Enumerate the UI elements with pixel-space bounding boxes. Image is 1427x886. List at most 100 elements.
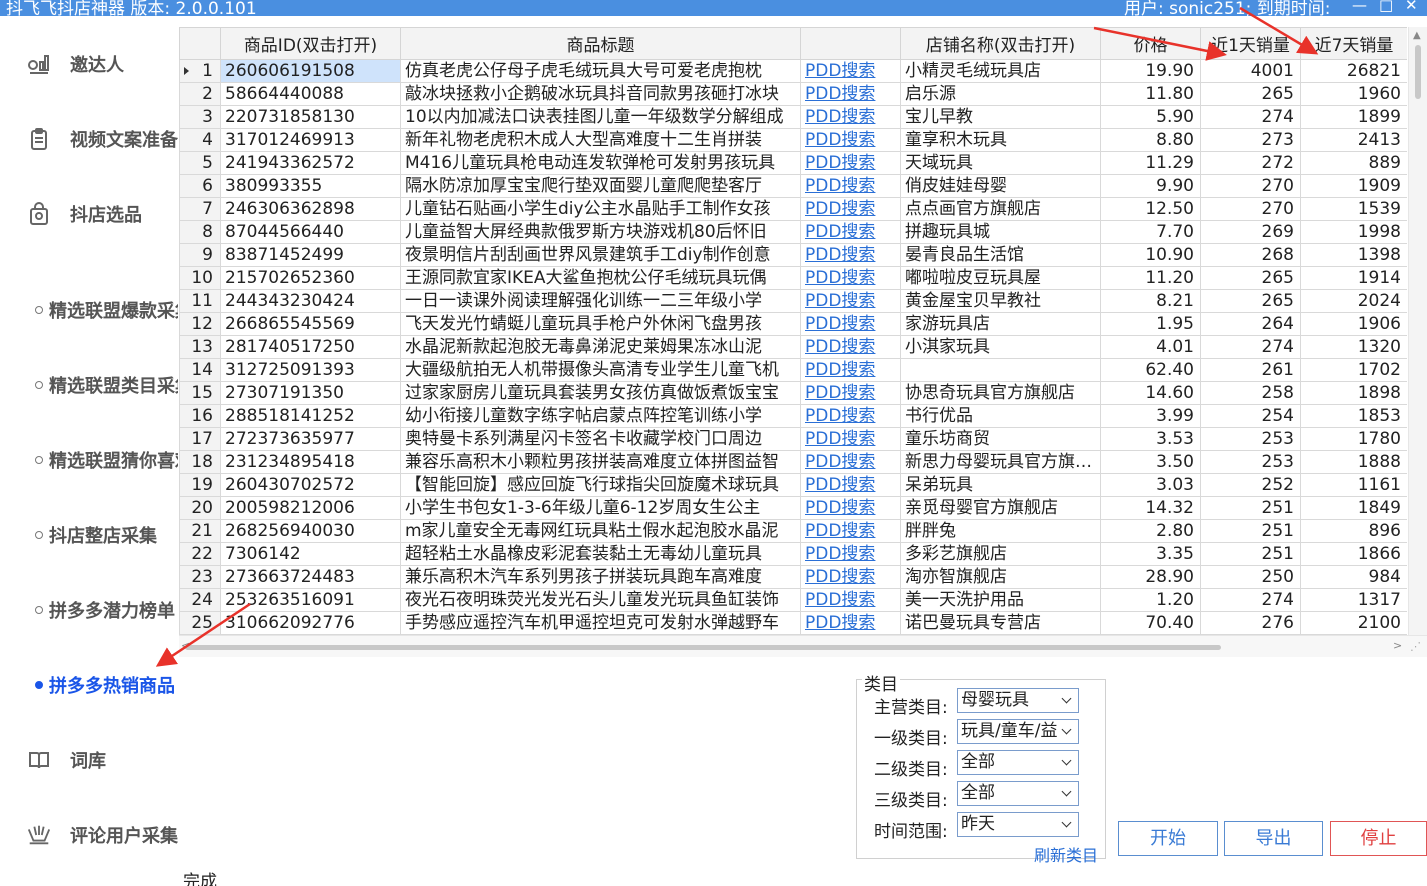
shop-name-cell[interactable]: 新思力母婴玩具官方旗舰店 [900, 450, 1101, 474]
col-header-sales-7d[interactable]: 近7天销量 [1300, 27, 1407, 60]
product-id-cell[interactable]: 310662092776 [220, 611, 401, 635]
level1-category-select[interactable]: 玩具/童车/益智/积木/模型 [957, 719, 1079, 744]
product-id-cell[interactable]: 200598212006 [220, 496, 401, 520]
start-button[interactable]: 开始 [1118, 821, 1218, 856]
vertical-scroll-thumb[interactable] [1415, 45, 1421, 99]
product-id-cell[interactable]: 312725091393 [220, 358, 401, 382]
product-id-cell[interactable]: 7306142 [220, 542, 401, 566]
row-number[interactable]: 4 [179, 128, 221, 152]
sub-item-alliance-category[interactable]: 精选联盟类目采集 [0, 370, 178, 400]
row-number[interactable]: 14 [179, 358, 221, 382]
pdd-search-link[interactable]: PDD搜索 [800, 519, 901, 543]
row-number[interactable]: 2 [179, 82, 221, 106]
row-number[interactable]: 13 [179, 335, 221, 359]
stop-button[interactable]: 停止 [1330, 821, 1427, 856]
pdd-search-link[interactable]: PDD搜索 [800, 82, 901, 106]
shop-name-cell[interactable] [900, 358, 1101, 382]
product-id-cell[interactable]: 272373635977 [220, 427, 401, 451]
table-row[interactable]: 12 266865545569 飞天发光竹蜻蜓儿童玩具手枪户外休闲飞盘男孩 PDD搜索… [179, 312, 1407, 336]
main-category-select[interactable]: 母婴玩具 [957, 688, 1079, 713]
row-number[interactable]: 22 [179, 542, 221, 566]
table-row[interactable]: 17 272373635977 奥特曼卡系列满星闪卡签名卡收藏学校门口周边 PDD搜索… [179, 427, 1407, 451]
pdd-search-link[interactable]: PDD搜索 [800, 404, 901, 428]
col-header-shop-name[interactable]: 店铺名称(双击打开) [900, 27, 1101, 60]
shop-name-cell[interactable]: 诺巴曼玩具专营店 [900, 611, 1101, 635]
row-number[interactable]: 25 [179, 611, 221, 635]
product-id-cell[interactable]: 253263516091 [220, 588, 401, 612]
product-id-cell[interactable]: 266865545569 [220, 312, 401, 336]
shop-name-cell[interactable]: 天域玩具 [900, 151, 1101, 175]
row-number[interactable]: 19 [179, 473, 221, 497]
shop-name-cell[interactable]: 俏皮娃娃母婴 [900, 174, 1101, 198]
table-row[interactable]: 9 83871452499 夜景明信片刮刮画世界风景建筑手工diy制作创意 PDD搜索… [179, 243, 1407, 267]
product-id-cell[interactable]: 317012469913 [220, 128, 401, 152]
shop-name-cell[interactable]: 童乐坊商贸 [900, 427, 1101, 451]
pdd-search-link[interactable]: PDD搜索 [800, 565, 901, 589]
pdd-search-link[interactable]: PDD搜索 [800, 220, 901, 244]
product-id-cell[interactable]: 260430702572 [220, 473, 401, 497]
table-row[interactable]: 20 200598212006 小学生书包女1-3-6年级儿童6-12岁周女生公主 P… [179, 496, 1407, 520]
nav-shop-selection[interactable]: 抖店选品 [0, 194, 178, 234]
table-row[interactable]: 5 241943362572 M416儿童玩具枪电动连发软弹枪可发射男孩玩具 PDD搜… [179, 151, 1407, 175]
pdd-search-link[interactable]: PDD搜索 [800, 611, 901, 635]
table-row[interactable]: 18 231234895418 兼容乐高积木小颗粒男孩拼装高难度立体拼图益智 PDD搜… [179, 450, 1407, 474]
shop-name-cell[interactable]: 童享积木玩具 [900, 128, 1101, 152]
pdd-search-link[interactable]: PDD搜索 [800, 266, 901, 290]
col-header-pdd-search[interactable] [800, 27, 901, 60]
product-id-cell[interactable]: 241943362572 [220, 151, 401, 175]
col-header-product-id[interactable]: 商品ID(双击打开) [220, 27, 401, 60]
refresh-category-link[interactable]: 刷新类目 [1034, 842, 1098, 866]
close-button[interactable]: ✕ [1405, 0, 1418, 14]
sub-item-shop-collect[interactable]: 抖店整店采集 [0, 520, 178, 550]
pdd-search-link[interactable]: PDD搜索 [800, 289, 901, 313]
table-row[interactable]: 19 260430702572 【智能回旋】感应回旋飞行球指尖回旋魔术球玩具 PDD搜… [179, 473, 1407, 497]
table-row[interactable]: 13 281740517250 水晶泥新款起泡胶无毒鼻涕泥史莱姆果冻冰山泥 PDD搜索… [179, 335, 1407, 359]
pdd-search-link[interactable]: PDD搜索 [800, 473, 901, 497]
shop-name-cell[interactable]: 宝儿早教 [900, 105, 1101, 129]
row-number[interactable]: 1 [179, 59, 221, 83]
table-row[interactable]: 16 288518141252 幼小衔接儿童数字练字帖启蒙点阵控笔训练小学 PDD搜索… [179, 404, 1407, 428]
shop-name-cell[interactable]: 拼趣玩具城 [900, 220, 1101, 244]
shop-name-cell[interactable]: 家游玩具店 [900, 312, 1101, 336]
table-row[interactable]: 1 260606191508 仿真老虎公仔母子虎毛绒玩具大号可爱老虎抱枕 PDD搜索小… [179, 59, 1407, 83]
table-row[interactable]: 4 317012469913 新年礼物老虎积木成人大型高难度十二生肖拼装 PDD搜索童… [179, 128, 1407, 152]
col-header-sales-1d[interactable]: 近1天销量 [1200, 27, 1301, 60]
row-number[interactable]: 9 [179, 243, 221, 267]
product-id-cell[interactable]: 27307191350 [220, 381, 401, 405]
row-number[interactable]: 3 [179, 105, 221, 129]
sub-item-alliance-hot[interactable]: 精选联盟爆款采集 [0, 295, 178, 325]
table-row[interactable]: 6 380993355 隔水防凉加厚宝宝爬行垫双面婴儿童爬爬垫客厅 PDD搜索 俏皮娃娃… [179, 174, 1407, 198]
pdd-search-link[interactable]: PDD搜索 [800, 128, 901, 152]
table-row[interactable]: 3 220731858130 10以内加减法口诀表挂图儿童一年级数学分解组成 PDD搜… [179, 105, 1407, 129]
time-range-select[interactable]: 昨天 [957, 812, 1079, 837]
pdd-search-link[interactable]: PDD搜索 [800, 358, 901, 382]
shop-name-cell[interactable]: 淘亦智旗舰店 [900, 565, 1101, 589]
col-header-title[interactable]: 商品标题 [400, 27, 801, 60]
product-id-cell[interactable]: 83871452499 [220, 243, 401, 267]
shop-name-cell[interactable]: 小淇家玩具 [900, 335, 1101, 359]
maximize-button[interactable]: □ [1379, 0, 1393, 14]
shop-name-cell[interactable]: 多彩艺旗舰店 [900, 542, 1101, 566]
table-row[interactable]: 22 7306142 超轻粘土水晶橡皮彩泥套装黏土无毒幼儿童玩具 PDD搜索 多彩艺旗舰… [179, 542, 1407, 566]
pdd-search-link[interactable]: PDD搜索 [800, 588, 901, 612]
shop-name-cell[interactable]: 亲觅母婴官方旗舰店 [900, 496, 1101, 520]
row-number[interactable]: 15 [179, 381, 221, 405]
shop-name-cell[interactable]: 启乐源 [900, 82, 1101, 106]
shop-name-cell[interactable]: 呆弟玩具 [900, 473, 1101, 497]
nav-invite-talent[interactable]: 邀达人 [0, 44, 178, 84]
pdd-search-link[interactable]: PDD搜索 [800, 174, 901, 198]
pdd-search-link[interactable]: PDD搜索 [800, 542, 901, 566]
table-row[interactable]: 2 58664440088 敲冰块拯救小企鹅破冰玩具抖音同款男孩砸打冰块 PDD搜索启… [179, 82, 1407, 106]
table-row[interactable]: 15 27307191350 过家家厨房儿童玩具套装男女孩仿真做饭煮饭宝宝 PDD搜索… [179, 381, 1407, 405]
row-number[interactable]: 10 [179, 266, 221, 290]
shop-name-cell[interactable]: 胖胖兔 [900, 519, 1101, 543]
scroll-up-icon[interactable]: ▲ [1413, 30, 1421, 41]
pdd-search-link[interactable]: PDD搜索 [800, 312, 901, 336]
pdd-search-link[interactable]: PDD搜索 [800, 243, 901, 267]
table-row[interactable]: 25 310662092776 手势感应遥控汽车机甲遥控坦克可发射水弹越野车 PDD搜… [179, 611, 1407, 635]
product-id-cell[interactable]: 244343230424 [220, 289, 401, 313]
product-id-cell[interactable]: 281740517250 [220, 335, 401, 359]
vertical-scrollbar[interactable]: ▲ [1408, 27, 1427, 635]
col-header-price[interactable]: 价格 [1100, 27, 1201, 60]
scroll-right-icon[interactable]: > [1393, 639, 1402, 652]
